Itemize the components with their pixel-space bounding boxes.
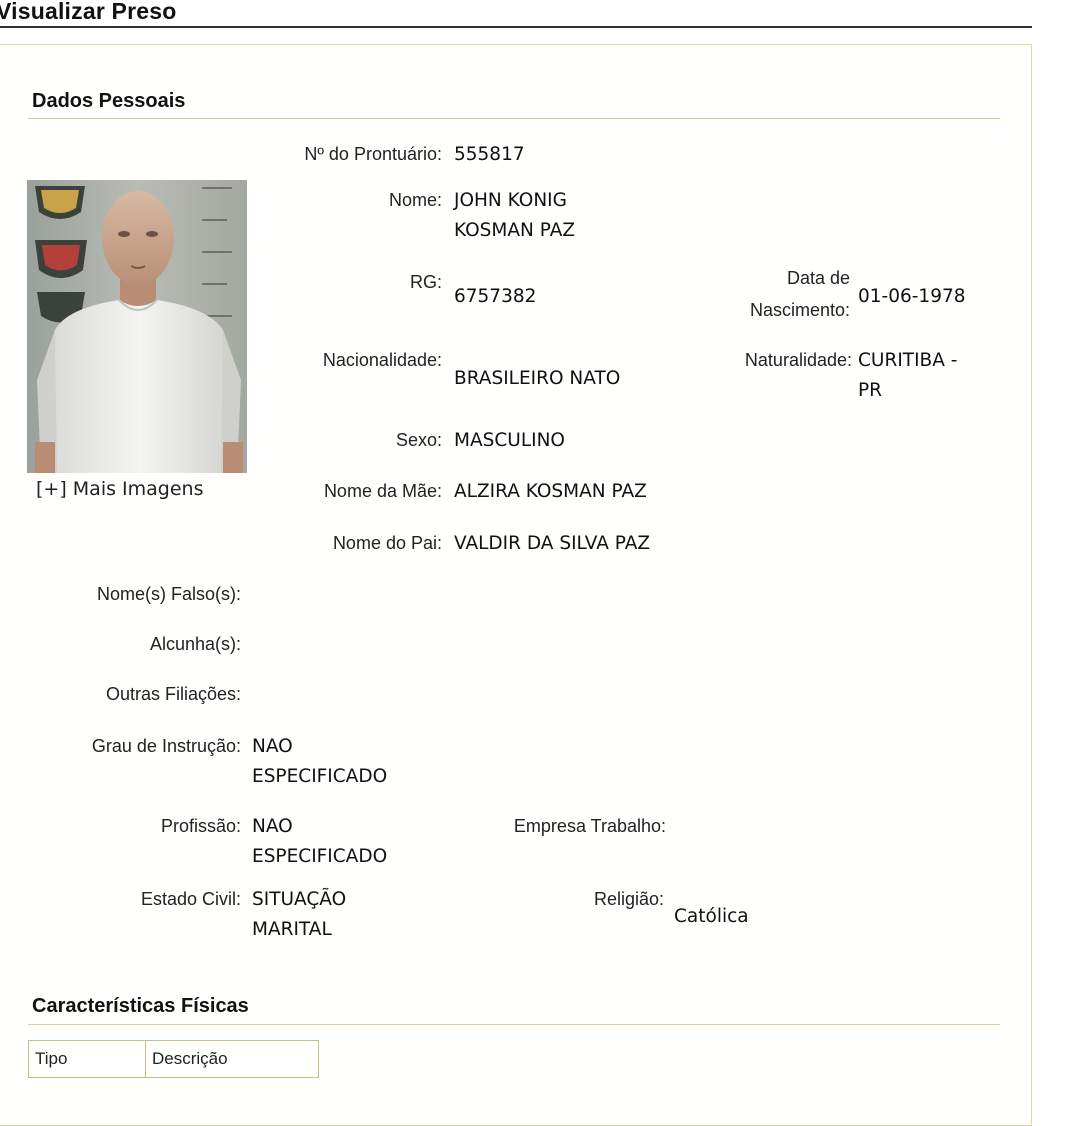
rg-label: RG: [409,272,442,292]
empresa-trabalho-label: Empresa Trabalho: [513,816,666,836]
rg-value: 6757382 [454,286,537,307]
prontuario-label: Nº do Prontuário: [304,144,442,164]
outras-filiacoes-label: Outras Filiações: [105,684,241,704]
nome-pai-label: Nome do Pai: [332,533,442,553]
grau-instrucao-value-line2: ESPECIFICADO [252,766,388,787]
column-header-tipo: Tipo [28,1040,146,1078]
nomes-falsos-label: Nome(s) Falso(s): [96,584,241,604]
inmate-photo-image [27,180,247,473]
nome-mae-value: ALZIRA KOSMAN PAZ [454,481,647,502]
column-header-descricao: Descrição [145,1040,319,1078]
data-nascimento-label-line1: Data de [786,268,850,288]
section-divider [28,1024,1000,1025]
nome-pai-value: VALDIR DA SILVA PAZ [454,533,651,554]
religiao-value: Católica [674,906,749,927]
prontuario-value: 555817 [454,144,525,165]
section-heading-dados-pessoais: Dados Pessoais [32,90,186,112]
section-heading-caracteristicas-fisicas: Características Físicas [32,995,249,1017]
profissao-value-line2: ESPECIFICADO [252,846,388,867]
alcunhas-label: Alcunha(s): [149,634,241,654]
grau-instrucao-label: Grau de Instrução: [91,736,241,756]
naturalidade-label: Naturalidade: [744,350,852,370]
title-divider [0,26,1032,28]
data-nascimento-value: 01-06-1978 [858,286,966,307]
naturalidade-value-line2: PR [858,380,883,401]
estado-civil-value-line1: SITUAÇÃO [252,889,347,910]
naturalidade-value-line1: CURITIBA - [858,350,958,371]
nome-label: Nome: [388,190,442,210]
religiao-label: Religião: [593,889,664,909]
grau-instrucao-value-line1: NAO [252,736,293,757]
more-images-link[interactable]: [+] Mais Imagens [36,478,203,500]
estado-civil-label: Estado Civil: [140,889,241,909]
inmate-photo [27,180,247,473]
nacionalidade-value: BRASILEIRO NATO [454,368,621,389]
data-nascimento-label-line2: Nascimento: [749,300,850,320]
profissao-label: Profissão: [160,816,241,836]
page-title: Visualizar Preso [0,0,177,24]
sexo-value: MASCULINO [454,430,565,451]
nome-value-line2: KOSMAN PAZ [454,220,576,241]
nacionalidade-label: Nacionalidade: [322,350,442,370]
profissao-value-line1: NAO [252,816,293,837]
sexo-label: Sexo: [395,430,442,450]
nome-mae-label: Nome da Mãe: [323,481,442,501]
table-header-row: Tipo Descrição [28,1040,319,1078]
estado-civil-value-line2: MARITAL [252,919,332,940]
section-divider [28,118,1000,119]
nome-value-line1: JOHN KONIG [454,190,567,211]
physical-characteristics-table: Tipo Descrição [28,1040,319,1078]
